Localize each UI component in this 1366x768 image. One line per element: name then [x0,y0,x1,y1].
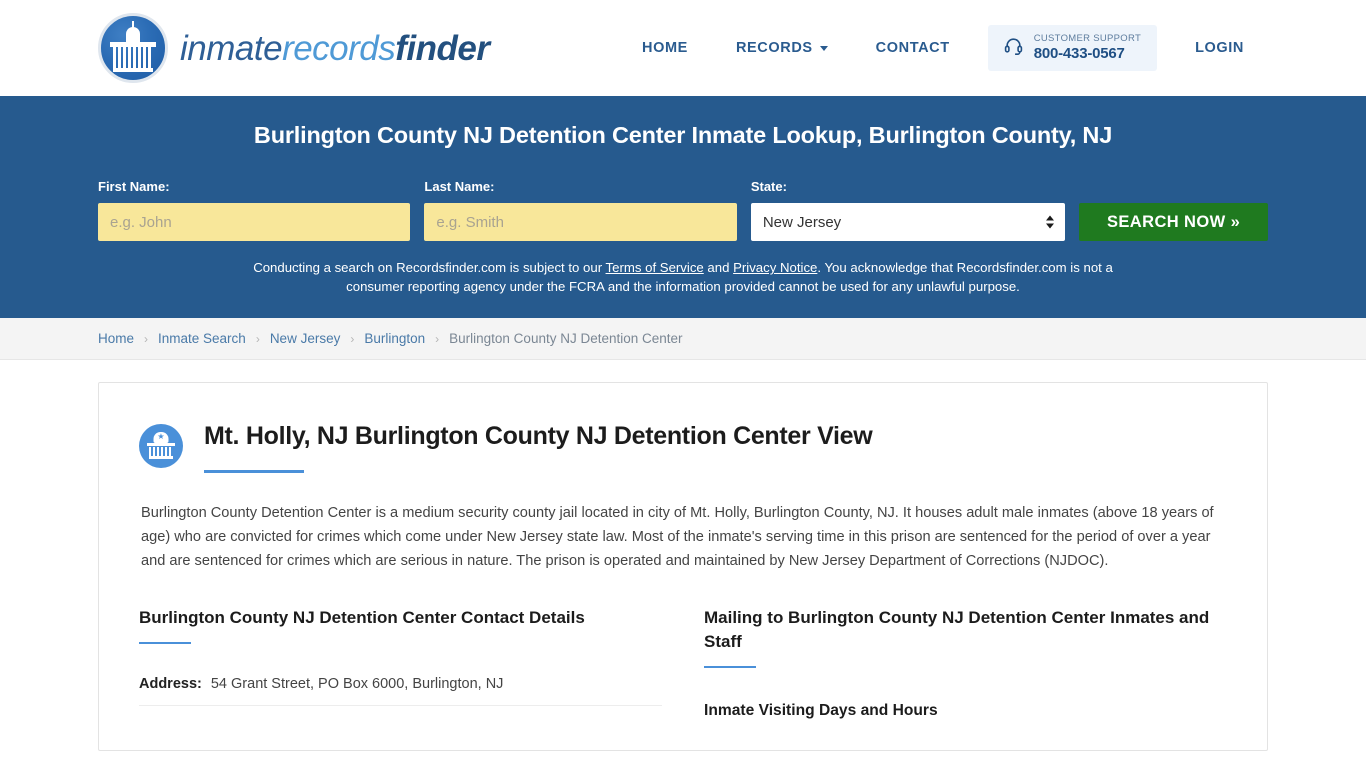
support-label: CUSTOMER SUPPORT [1033,32,1142,44]
disclaimer-text-1: Conducting a search on Recordsfinder.com… [253,260,606,275]
state-field-group: State: New Jersey [750,179,1066,241]
detail-key-address: Address: [139,676,202,693]
hero-search-section: Burlington County NJ Detention Center In… [0,96,1366,319]
breadcrumb-separator-icon: › [350,331,355,346]
breadcrumb-separator-icon: › [144,331,149,346]
details-columns: Burlington County NJ Detention Center Co… [139,606,1227,720]
disclaimer-text-2: and [703,260,734,275]
nav-item-login[interactable]: LOGIN [1171,40,1268,56]
first-name-field-group: First Name: [98,179,411,241]
mailing-column: Mailing to Burlington County NJ Detentio… [704,606,1227,720]
breadcrumb-item-inmate-search[interactable]: Inmate Search [158,331,246,346]
last-name-field-group: Last Name: [424,179,737,241]
contact-details-accent-rule [139,642,191,645]
chevron-down-icon [819,46,828,52]
breadcrumb-item-home[interactable]: Home [98,331,134,346]
brand-part-inmate: inmate [180,28,283,68]
site-header: inmaterecordsfinder HOME RECORDS CONTACT [0,0,1366,96]
nav-item-home-label: HOME [642,39,688,56]
nav-item-records[interactable]: RECORDS [712,40,852,56]
search-now-button[interactable]: SEARCH NOW » [1079,203,1268,241]
contact-details-heading: Burlington County NJ Detention Center Co… [139,608,585,628]
last-name-input[interactable] [424,203,737,241]
breadcrumb-item-current: Burlington County NJ Detention Center [449,331,683,347]
search-disclaimer: Conducting a search on Recordsfinder.com… [253,259,1113,296]
brand-part-finder: finder [395,28,490,68]
site-logo[interactable]: inmaterecordsfinder [98,13,490,83]
breadcrumb-item-new-jersey[interactable]: New Jersey [270,331,341,346]
nav-item-home[interactable]: HOME [618,40,712,56]
state-select[interactable]: New Jersey [750,203,1066,241]
nav-item-login-label: LOGIN [1195,39,1244,56]
brand-part-records: records [282,28,396,68]
inmate-search-form: First Name: Last Name: State: New Jersey… [98,179,1268,241]
breadcrumb-separator-icon: › [435,331,440,346]
first-name-label: First Name: [98,179,170,194]
main-navigation: HOME RECORDS CONTACT CUSTOMER SUPPORT 80… [618,24,1268,72]
capitol-dome-icon [98,13,168,83]
nav-item-contact-label: CONTACT [875,39,950,56]
contact-details-column: Burlington County NJ Detention Center Co… [139,606,662,720]
hero-title: Burlington County NJ Detention Center In… [253,122,1113,148]
page-title: Mt. Holly, NJ Burlington County NJ Deten… [204,422,873,451]
breadcrumb: Home › Inmate Search › New Jersey › Burl… [98,331,683,346]
brand-wordmark: inmaterecordsfinder [180,31,490,66]
facility-title-row: Mt. Holly, NJ Burlington County NJ Deten… [139,421,1227,474]
support-phone-number[interactable]: 800-433-0567 [1034,45,1141,62]
headset-icon [1004,36,1023,60]
jail-building-icon [139,424,183,469]
breadcrumb-item-burlington[interactable]: Burlington [364,331,425,346]
detail-row-address: Address: 54 Grant Street, PO Box 6000, B… [139,662,662,707]
customer-support-box[interactable]: CUSTOMER SUPPORT 800-433-0567 [987,24,1158,72]
last-name-label: Last Name: [424,179,495,194]
breadcrumb-bar: Home › Inmate Search › New Jersey › Burl… [0,318,1366,361]
mailing-heading: Mailing to Burlington County NJ Detentio… [704,608,1210,652]
title-accent-rule [204,470,304,474]
mailing-accent-rule [704,666,756,669]
facility-detail-card: Mt. Holly, NJ Burlington County NJ Deten… [98,382,1268,752]
first-name-input[interactable] [98,203,411,241]
nav-item-contact[interactable]: CONTACT [852,40,974,56]
state-label: State: [750,179,787,194]
privacy-notice-link[interactable]: Privacy Notice [733,260,817,275]
terms-of-service-link[interactable]: Terms of Service [606,260,704,275]
page-content: Mt. Holly, NJ Burlington County NJ Deten… [0,360,1366,752]
detail-value-address: 54 Grant Street, PO Box 6000, Burlington… [210,676,504,693]
breadcrumb-separator-icon: › [255,331,260,346]
visiting-hours-heading: Inmate Visiting Days and Hours [704,702,938,720]
nav-item-records-label: RECORDS [735,39,813,56]
facility-description: Burlington County Detention Center is a … [141,505,1214,570]
